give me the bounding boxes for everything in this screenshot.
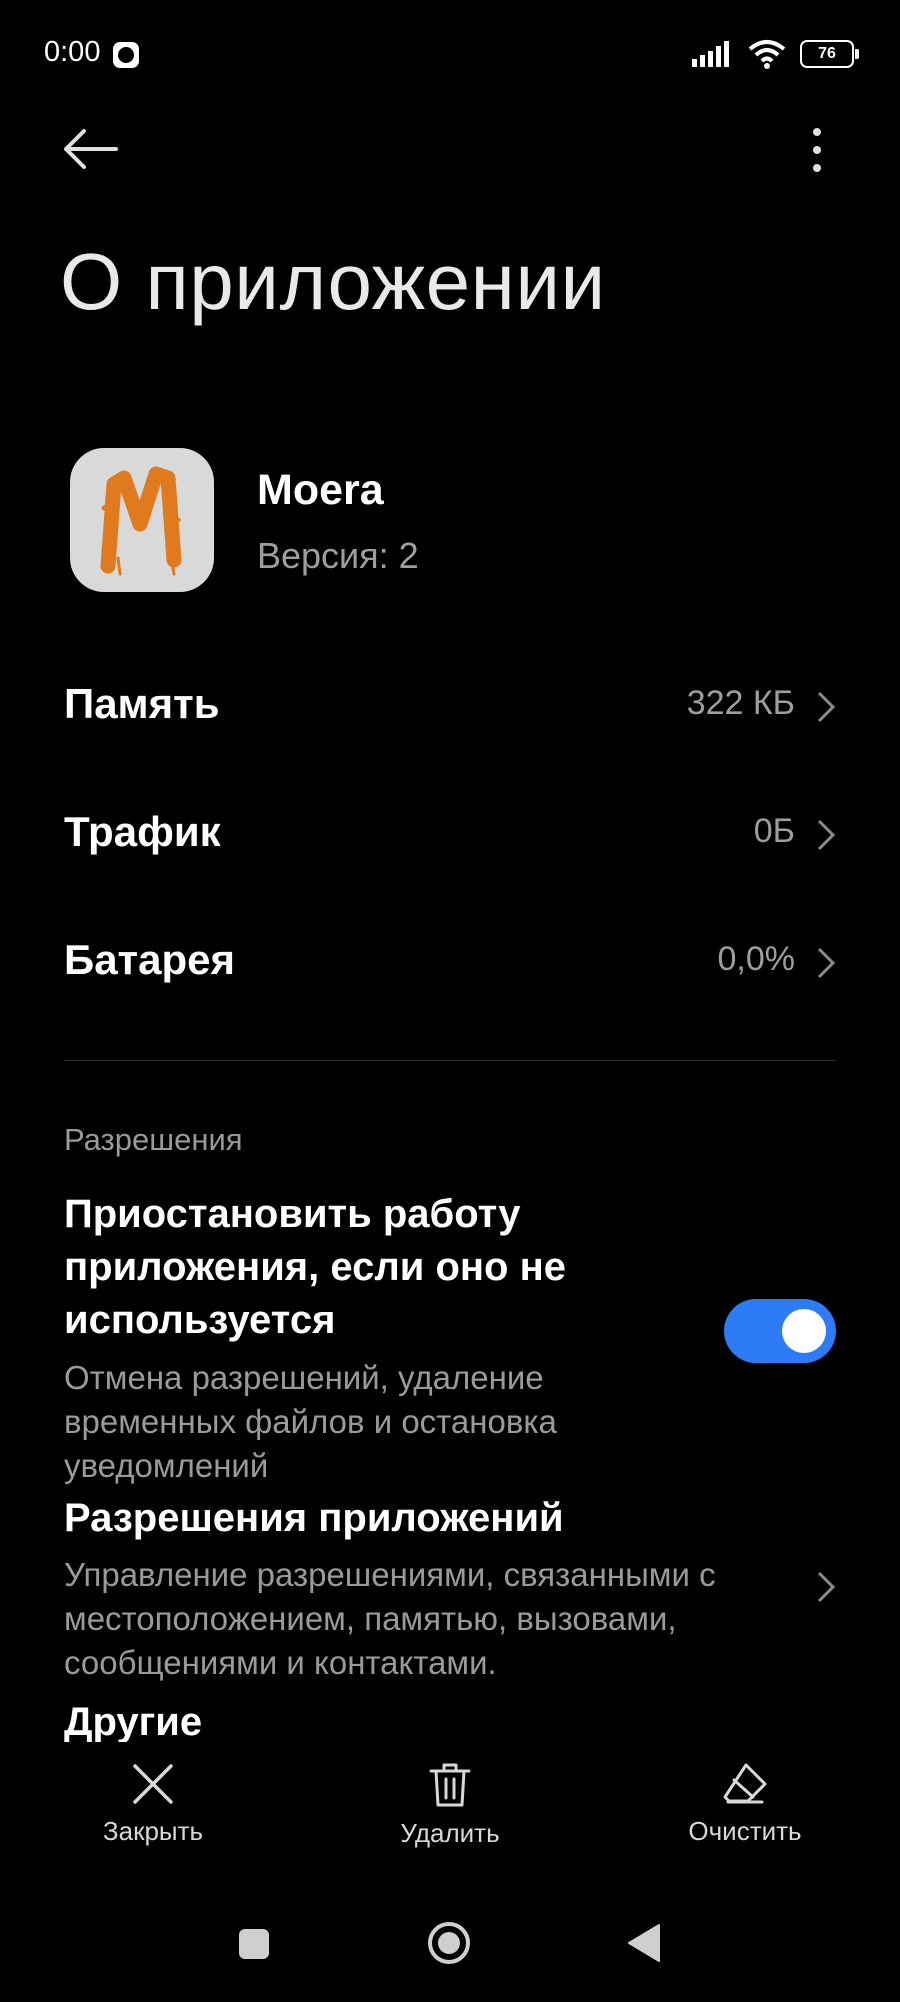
traffic-row[interactable]: Трафик 0Б [0,784,900,884]
status-icons: 76 [692,36,859,72]
page-title: О приложении [60,237,606,326]
status-time: 0:00 [44,36,101,68]
chevron-right-icon [817,947,836,979]
pause-app-toggle[interactable] [724,1299,836,1363]
permissions-section-label: Разрешения [64,1122,243,1157]
clear-button[interactable]: Очистить [645,1762,845,1847]
divider [64,1060,836,1061]
eraser-icon [723,1763,767,1804]
battery-value: 0,0% [717,940,796,978]
clear-label: Очистить [688,1816,802,1846]
chevron-right-icon [817,691,836,723]
notification-icon [113,42,139,68]
pause-app-description: Отмена разрешений, удаление временных фа… [64,1359,557,1484]
battery-row[interactable]: Батарея 0,0% [0,912,900,1012]
chevron-right-icon [817,819,836,851]
other-permissions-title[interactable]: Другие [64,1700,202,1745]
signal-icon [692,41,729,67]
storage-value: 322 КБ [686,684,795,722]
storage-row[interactable]: Память 322 КБ [0,656,900,756]
chevron-right-icon[interactable] [816,1570,836,1604]
app-icon [70,448,214,592]
pause-app-title: Приостановить работу приложения, если он… [64,1192,566,1342]
back-nav-button[interactable] [627,1923,661,1963]
app-version: Версия: 2 [257,535,419,576]
close-button[interactable]: Закрыть [53,1762,253,1847]
back-arrow-icon[interactable] [60,124,120,174]
battery-label: Батарея [64,936,235,983]
delete-button[interactable]: Удалить [350,1762,550,1849]
trash-icon [429,1763,471,1807]
battery-icon: 76 [800,40,859,68]
delete-label: Удалить [400,1818,500,1848]
close-label: Закрыть [102,1816,204,1846]
wifi-icon [748,40,786,69]
moera-logo-icon [100,466,182,576]
traffic-label: Трафик [64,808,221,855]
battery-level: 76 [818,45,836,62]
app-permissions-title[interactable]: Разрешения приложений [64,1496,564,1541]
close-icon [133,1764,173,1804]
traffic-value: 0Б [753,812,795,850]
app-name: Moera [257,466,384,514]
recent-apps-button[interactable] [239,1929,269,1959]
home-button[interactable] [427,1921,471,1965]
more-options-icon[interactable] [795,120,835,180]
app-permissions-description: Управление разрешениями, связанными с ме… [64,1556,716,1681]
storage-label: Память [64,680,220,727]
